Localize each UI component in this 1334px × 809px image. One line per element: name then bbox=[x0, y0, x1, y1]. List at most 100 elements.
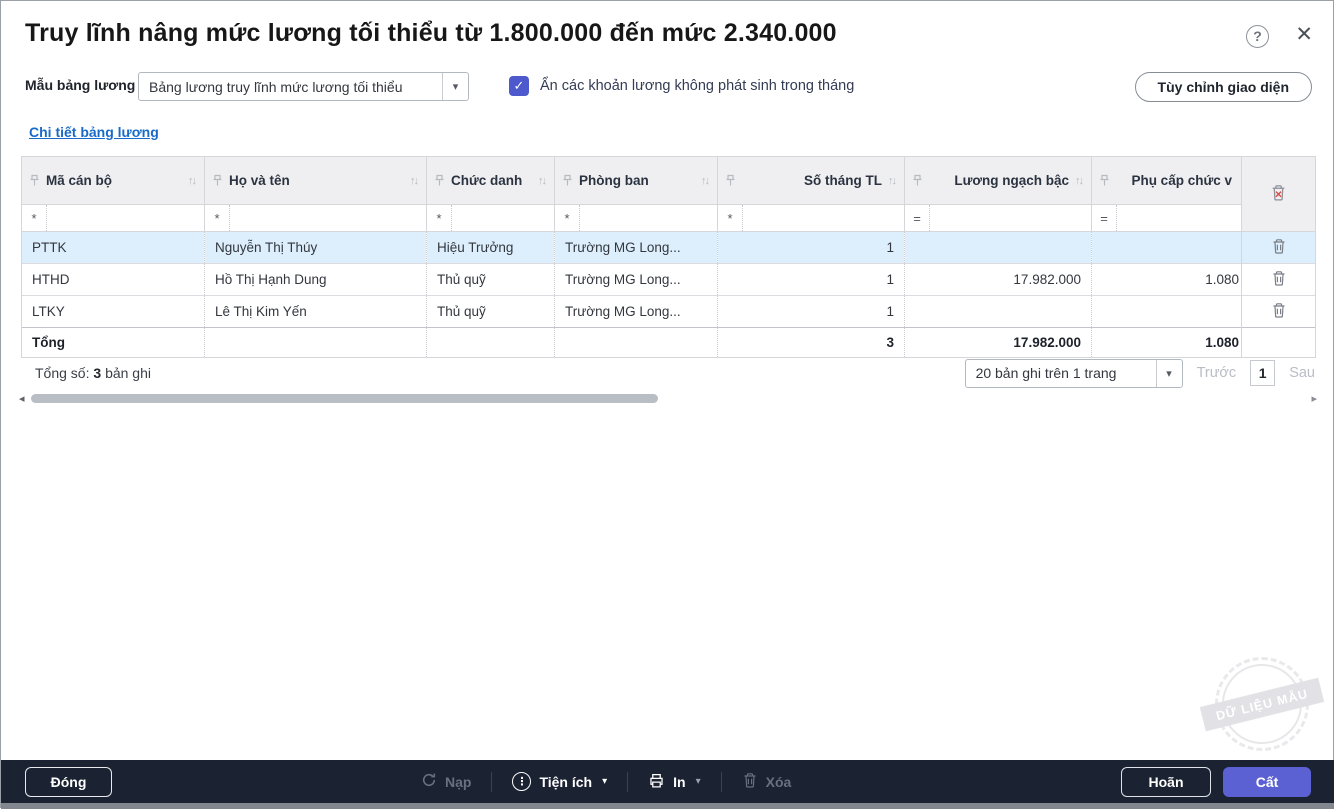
filter-input[interactable] bbox=[742, 205, 904, 231]
save-button[interactable]: Cất bbox=[1223, 767, 1311, 797]
defer-button[interactable]: Hoãn bbox=[1121, 767, 1211, 797]
filter-operator[interactable]: * bbox=[23, 211, 47, 226]
prev-page-button[interactable]: Trước bbox=[1197, 365, 1237, 381]
column-header-label: Phòng ban bbox=[579, 173, 649, 188]
sort-icon[interactable]: ↑↓ bbox=[188, 175, 197, 187]
cell-months: 1 bbox=[717, 263, 905, 296]
pin-icon[interactable] bbox=[212, 174, 223, 187]
cell-code: PTTK bbox=[21, 231, 205, 264]
cell-title: Thủ quỹ bbox=[426, 263, 555, 296]
filter-input[interactable] bbox=[451, 205, 554, 231]
horizontal-scrollbar[interactable]: ◂ ▸ bbox=[1, 391, 1334, 405]
scroll-left-icon[interactable]: ◂ bbox=[19, 392, 25, 405]
total-months: 3 bbox=[717, 327, 905, 358]
filter-operator[interactable]: * bbox=[206, 211, 230, 226]
hide-empty-salary-checkbox[interactable]: ✓ Ẩn các khoản lương không phát sinh tro… bbox=[509, 76, 854, 96]
pin-icon[interactable] bbox=[434, 174, 445, 187]
delete-row-icon[interactable] bbox=[1271, 302, 1287, 319]
checkbox-checked-icon[interactable]: ✓ bbox=[509, 76, 529, 96]
total-row: Tổng 3 17.982.000 1.080 bbox=[21, 327, 1316, 358]
sort-icon[interactable]: ↑↓ bbox=[888, 175, 897, 187]
pin-icon[interactable] bbox=[1099, 174, 1110, 187]
utilities-button[interactable]: ⋮ Tiện ích ▾ bbox=[512, 772, 607, 791]
filter-operator[interactable]: = bbox=[1093, 211, 1117, 226]
table-row[interactable]: PTTK Nguyễn Thị Thúy Hiệu Trưởng Trường … bbox=[21, 231, 1316, 264]
printer-icon bbox=[648, 772, 665, 792]
help-icon[interactable]: ? bbox=[1246, 25, 1269, 48]
sample-data-watermark: DỮ LIỆU MẪU bbox=[1199, 657, 1325, 751]
page-title: Truy lĩnh nâng mức lương tối thiểu từ 1.… bbox=[25, 19, 837, 47]
cell-allowance: 1.080 bbox=[1091, 263, 1242, 296]
template-select[interactable]: Bảng lương truy lĩnh mức lương tối thiểu… bbox=[138, 72, 469, 101]
sort-icon[interactable]: ↑↓ bbox=[701, 175, 710, 187]
cell-name: Nguyễn Thị Thúy bbox=[204, 231, 427, 264]
template-select-value: Bảng lương truy lĩnh mức lương tối thiểu bbox=[149, 78, 403, 95]
pin-icon[interactable] bbox=[29, 174, 40, 187]
current-page-input[interactable]: 1 bbox=[1250, 360, 1276, 386]
filter-operator[interactable]: * bbox=[428, 211, 452, 226]
cell-dept: Trường MG Long... bbox=[554, 295, 718, 328]
filter-operator[interactable]: * bbox=[556, 211, 580, 226]
column-header-label: Phụ cấp chức v bbox=[1131, 173, 1232, 188]
title-bar: Truy lĩnh nâng mức lương tối thiểu từ 1.… bbox=[1, 1, 1333, 63]
cell-dept: Trường MG Long... bbox=[554, 231, 718, 264]
divider bbox=[491, 771, 493, 792]
salary-detail-link[interactable]: Chi tiết bảng lương bbox=[29, 124, 159, 140]
record-count-summary: Tổng số: 3 bản ghi bbox=[35, 365, 151, 381]
salary-dialog: { "header": { "title": "Truy lĩnh nâng m… bbox=[0, 0, 1334, 809]
filter-row: * * * * * = = bbox=[21, 204, 1316, 232]
delete-button[interactable]: Xóa bbox=[742, 772, 791, 792]
sort-icon[interactable]: ↑↓ bbox=[1075, 175, 1084, 187]
filter-input[interactable] bbox=[1116, 205, 1241, 231]
chevron-down-icon[interactable]: ▾ bbox=[442, 73, 468, 100]
table-row[interactable]: LTKY Lê Thị Kim Yến Thủ quỹ Trường MG Lo… bbox=[21, 295, 1316, 328]
column-header-label: Mã cán bộ bbox=[46, 173, 113, 188]
delete-all-icon[interactable] bbox=[1270, 184, 1287, 202]
cell-months: 1 bbox=[717, 231, 905, 264]
next-page-button[interactable]: Sau bbox=[1289, 365, 1315, 381]
cell-name: Hồ Thị Hạnh Dung bbox=[204, 263, 427, 296]
cell-allowance bbox=[1091, 295, 1242, 328]
divider bbox=[627, 771, 629, 792]
chevron-down-icon: ▾ bbox=[602, 776, 608, 787]
refresh-icon bbox=[421, 772, 437, 791]
page-size-select[interactable]: 20 bản ghi trên 1 trang ▾ bbox=[964, 358, 1183, 388]
chevron-down-icon[interactable]: ▾ bbox=[1155, 359, 1182, 387]
scrollbar-thumb[interactable] bbox=[31, 394, 658, 403]
chevron-down-icon: ▾ bbox=[695, 776, 701, 787]
filter-operator[interactable]: = bbox=[906, 211, 930, 226]
filter-input[interactable] bbox=[46, 205, 204, 231]
cell-months: 1 bbox=[717, 295, 905, 328]
cell-title: Hiệu Trưởng bbox=[426, 231, 555, 264]
controls-row: Mẫu bảng lương Bảng lương truy lĩnh mức … bbox=[1, 72, 1333, 102]
delete-row-icon[interactable] bbox=[1271, 238, 1287, 255]
total-allowance: 1.080 bbox=[1091, 327, 1242, 358]
window-bottom-edge bbox=[1, 803, 1334, 809]
reload-button[interactable]: Nạp bbox=[421, 772, 471, 791]
filter-input[interactable] bbox=[229, 205, 426, 231]
filter-input[interactable] bbox=[579, 205, 717, 231]
close-icon[interactable]: ✕ bbox=[1295, 23, 1313, 47]
column-header-label: Số tháng TL bbox=[804, 173, 882, 188]
filter-operator[interactable]: * bbox=[719, 211, 743, 226]
close-dialog-button[interactable]: Đóng bbox=[25, 767, 112, 797]
utilities-icon: ⋮ bbox=[512, 772, 532, 791]
pin-icon[interactable] bbox=[725, 174, 736, 187]
print-button[interactable]: In ▾ bbox=[648, 772, 701, 792]
pin-icon[interactable] bbox=[562, 174, 573, 187]
footer-bar: Đóng Nạp ⋮ Tiện ích ▾ In ▾ Xóa Hoãn Cất bbox=[1, 760, 1334, 803]
footer-actions: Nạp ⋮ Tiện ích ▾ In ▾ Xóa bbox=[421, 760, 791, 803]
customize-ui-button[interactable]: Tùy chỉnh giao diện bbox=[1134, 72, 1312, 102]
pager: 20 bản ghi trên 1 trang ▾ Trước 1 Sau bbox=[964, 358, 1315, 388]
delete-row-icon[interactable] bbox=[1271, 270, 1287, 287]
column-header-label: Chức danh bbox=[451, 173, 523, 188]
cell-name: Lê Thị Kim Yến bbox=[204, 295, 427, 328]
pin-icon[interactable] bbox=[912, 174, 923, 187]
footer-primary-actions: Hoãn Cất bbox=[1121, 767, 1311, 797]
sort-icon[interactable]: ↑↓ bbox=[410, 175, 419, 187]
table-row[interactable]: HTHD Hồ Thị Hạnh Dung Thủ quỹ Trường MG … bbox=[21, 263, 1316, 296]
sort-icon[interactable]: ↑↓ bbox=[538, 175, 547, 187]
filter-input[interactable] bbox=[929, 205, 1091, 231]
cell-title: Thủ quỹ bbox=[426, 295, 555, 328]
scroll-right-icon[interactable]: ▸ bbox=[1311, 392, 1317, 405]
